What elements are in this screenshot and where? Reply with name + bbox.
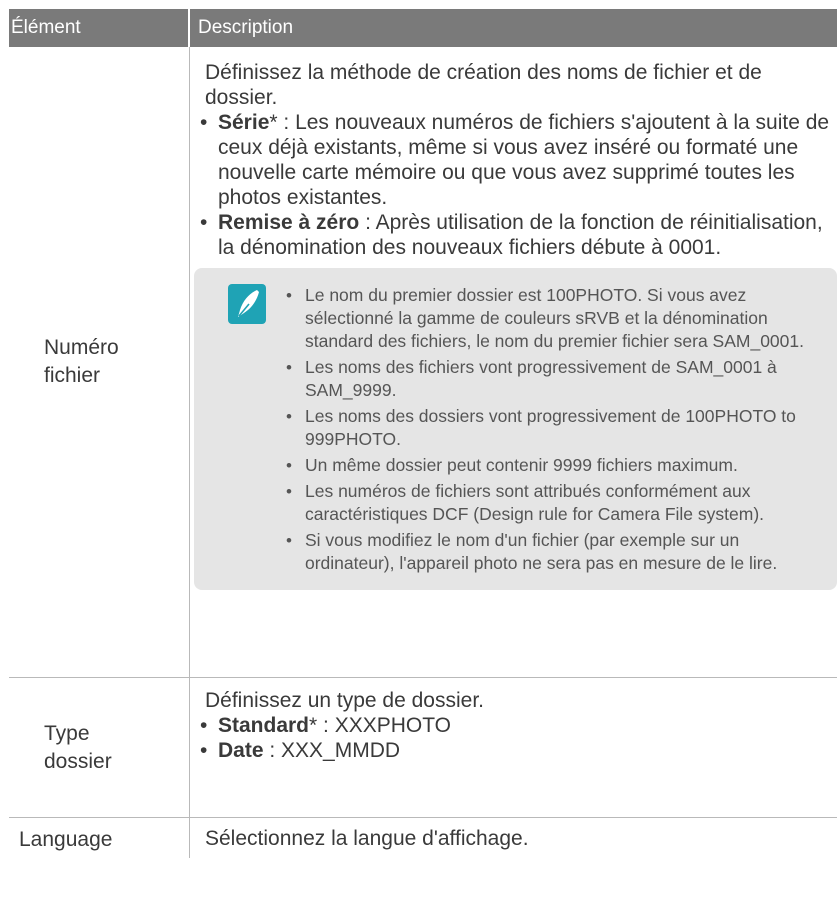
- note-item: Un même dossier peut contenir 9999 fichi…: [284, 454, 823, 477]
- option-mark: *: [309, 714, 318, 737]
- row-intro: Définissez un type de dossier.: [205, 689, 484, 712]
- row-label-line: Type: [44, 721, 90, 745]
- settings-table: Élément Description Numéro fichier Défin…: [9, 9, 837, 858]
- row-type-dossier: Type dossier Définissez un type de dossi…: [9, 678, 837, 818]
- note-item: Les noms des dossiers vont progressiveme…: [284, 405, 823, 451]
- note-item: Les numéros de fichiers sont attribués c…: [284, 480, 823, 526]
- option-name: Standard: [218, 714, 310, 737]
- header-element: Élément: [9, 9, 190, 47]
- row-intro: Définissez la méthode de création des no…: [205, 61, 762, 109]
- row-label: Type dossier: [9, 678, 190, 817]
- option-name: Série: [218, 111, 270, 134]
- row-label-line: Numéro: [44, 336, 119, 359]
- table-header: Élément Description: [9, 9, 837, 47]
- option-item: Série* : Les nouveaux numéros de fichier…: [198, 110, 837, 210]
- row-label-line: fichier: [44, 364, 101, 387]
- note-item: Le nom du premier dossier est 100PHOTO. …: [284, 284, 823, 353]
- note-list: Le nom du premier dossier est 100PHOTO. …: [284, 284, 823, 578]
- option-list: Série* : Les nouveaux numéros de fichier…: [198, 110, 837, 260]
- option-text: : XXX_MMDD: [263, 739, 401, 762]
- note-pen-icon: [228, 284, 266, 324]
- option-mark: *: [269, 111, 278, 134]
- header-description: Description: [198, 17, 294, 38]
- row-description: Définissez un type de dossier. Standard*…: [190, 678, 837, 817]
- option-name: Remise à zéro: [218, 211, 360, 234]
- option-item: Standard* : XXXPHOTO: [198, 713, 837, 738]
- row-numero-fichier: Numéro fichier Définissez la méthode de …: [9, 47, 837, 678]
- note-item: Les noms des fichiers vont progressiveme…: [284, 356, 823, 402]
- row-intro: Sélectionnez la langue d'affichage.: [205, 827, 529, 850]
- row-language: Language Sélectionnez la langue d'affich…: [9, 818, 837, 858]
- row-description: Définissez la méthode de création des no…: [190, 47, 837, 677]
- option-text: : XXXPHOTO: [317, 714, 452, 737]
- row-label: Numéro fichier: [9, 47, 190, 677]
- row-label-line: Language: [19, 828, 113, 851]
- row-label-line: dossier: [44, 749, 112, 773]
- option-item: Remise à zéro : Après utilisation de la …: [198, 210, 837, 260]
- note-box: Le nom du premier dossier est 100PHOTO. …: [194, 268, 837, 590]
- row-label: Language: [9, 818, 190, 858]
- option-text: : Les nouveaux numéros de fichiers s'ajo…: [218, 111, 830, 209]
- note-item: Si vous modifiez le nom d'un fichier (pa…: [284, 529, 823, 575]
- option-name: Date: [218, 739, 264, 762]
- option-list: Standard* : XXXPHOTO Date : XXX_MMDD: [198, 713, 837, 763]
- option-item: Date : XXX_MMDD: [198, 738, 837, 763]
- row-description: Sélectionnez la langue d'affichage.: [190, 818, 837, 858]
